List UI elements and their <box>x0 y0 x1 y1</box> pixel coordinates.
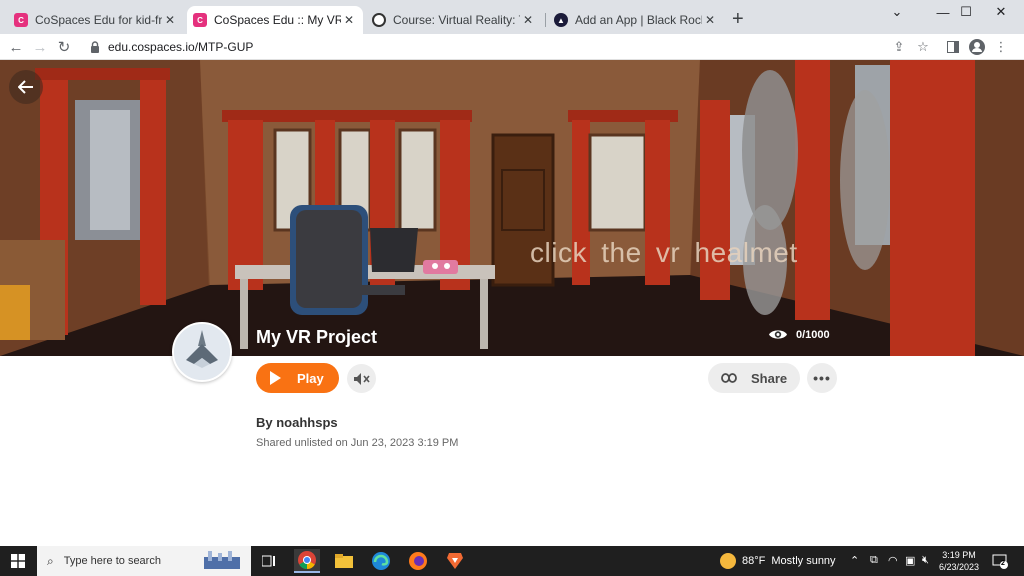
tab-title: CoSpaces Edu for kid-friendly 3D <box>35 13 162 27</box>
play-label: Play <box>297 370 324 386</box>
task-view-icon[interactable] <box>256 549 282 573</box>
tab-title: CoSpaces Edu :: My VR Project <box>214 13 341 27</box>
browser-tabstrip: C CoSpaces Edu for kid-friendly 3D ✕ C C… <box>0 0 1024 34</box>
tab-separator <box>545 13 546 27</box>
windows-start-button[interactable] <box>0 546 36 576</box>
link-icon <box>721 373 737 383</box>
edge-browser-icon[interactable] <box>368 549 394 573</box>
bookmark-star-icon[interactable]: ☆ <box>914 38 932 56</box>
scene-preview[interactable]: click the vr healmet <box>0 60 1024 356</box>
chrome-app-icon[interactable] <box>294 549 320 573</box>
wifi-icon[interactable]: ◠ <box>888 554 898 567</box>
side-panel-icon[interactable] <box>944 38 962 56</box>
author-line: By noahhsps <box>256 415 338 430</box>
room-scene-illustration <box>0 60 1024 356</box>
more-options-button[interactable]: ••• <box>807 363 837 393</box>
search-placeholder: Type here to search <box>63 555 161 567</box>
browser-tab-3[interactable]: Course: Virtual Reality: The Futur ✕ <box>366 6 542 34</box>
url-text: edu.cospaces.io/MTP-GUP <box>108 40 254 54</box>
project-title: My VR Project <box>256 327 378 347</box>
moodle-favicon-icon <box>372 13 386 27</box>
play-icon <box>270 371 281 385</box>
share-label: Share <box>751 370 788 386</box>
weather-text: Mostly sunny <box>771 555 836 567</box>
windows-logo-icon <box>11 554 25 568</box>
eye-icon <box>769 330 787 339</box>
browser-tab-1[interactable]: C CoSpaces Edu for kid-friendly 3D ✕ <box>8 6 184 34</box>
view-count-text: 0/1000 <box>796 328 830 341</box>
notification-center-icon[interactable]: 2 <box>992 553 1008 569</box>
play-button[interactable]: Play <box>256 363 339 393</box>
share-button[interactable]: Share <box>708 363 800 393</box>
muted-volume-icon[interactable]: 🔇︎ <box>922 554 929 567</box>
scene-overlay-text: click the vr healmet <box>530 237 798 268</box>
weather-widget[interactable]: 88°F Mostly sunny <box>720 553 836 569</box>
address-bar[interactable]: edu.cospaces.io/MTP-GUP <box>80 36 942 58</box>
windows-taskbar: ⌕ Type here to search 88°F Mostly sunny … <box>0 546 1024 576</box>
profile-avatar-icon[interactable] <box>968 38 986 56</box>
sunny-weather-icon <box>720 553 736 569</box>
tab-title: Course: Virtual Reality: The Futur <box>393 13 520 27</box>
browser-toolbar: ← → ↻ edu.cospaces.io/MTP-GUP ⇪ ☆ ⋮ <box>0 34 1024 60</box>
tab-search-chevron-icon[interactable]: ⌄ <box>874 0 920 24</box>
brave-app-icon[interactable] <box>442 549 468 573</box>
forward-arrow-icon[interactable]: → <box>30 37 50 57</box>
close-icon[interactable]: ✕ <box>162 13 178 27</box>
clock-date: 6/23/2023 <box>938 562 980 572</box>
shark-icon <box>174 324 230 380</box>
file-explorer-icon[interactable] <box>331 549 357 573</box>
cospaces-favicon-icon: C <box>14 13 28 27</box>
shared-date-line: Shared unlisted on Jun 23, 2023 3:19 PM <box>256 437 459 449</box>
mute-button[interactable] <box>347 364 376 393</box>
view-count: 0/1000 <box>768 328 830 341</box>
lock-icon <box>90 40 100 58</box>
share-page-icon[interactable]: ⇪ <box>890 38 908 56</box>
meet-now-icon[interactable]: ⧉ <box>870 554 878 567</box>
new-tab-button[interactable]: + <box>732 9 744 29</box>
back-arrow-button[interactable] <box>9 70 43 104</box>
cospaces-favicon-icon: C <box>193 13 207 27</box>
notification-count: 2 <box>1001 560 1005 567</box>
weather-temp: 88°F <box>742 555 766 567</box>
browser-tab-2[interactable]: C CoSpaces Edu :: My VR Project ✕ <box>187 6 363 34</box>
muted-speaker-icon <box>353 372 370 385</box>
tray-chevron-up-icon[interactable]: ⌃ <box>850 554 859 567</box>
close-icon[interactable]: ✕ <box>702 13 718 27</box>
tab-title: Add an App | Black Rocket Arcad <box>575 13 702 27</box>
firefox-icon[interactable] <box>405 549 431 573</box>
back-arrow-icon[interactable]: ← <box>6 37 26 57</box>
system-clock[interactable]: 3:19 PM 6/23/2023 <box>936 549 982 573</box>
close-icon[interactable]: ✕ <box>520 13 536 27</box>
reload-icon[interactable]: ↻ <box>54 37 74 57</box>
project-avatar <box>172 322 232 382</box>
close-icon[interactable]: ✕ <box>341 13 357 27</box>
ellipsis-icon: ••• <box>813 370 831 386</box>
search-icon: ⌕ <box>47 553 54 568</box>
display-icon[interactable]: ▣ <box>905 554 915 567</box>
window-close-button[interactable]: ✕ <box>978 0 1024 24</box>
clock-time: 3:19 PM <box>942 550 976 560</box>
rocket-favicon-icon: ▲ <box>554 13 568 27</box>
browser-menu-icon[interactable]: ⋮ <box>992 38 1010 56</box>
search-highlight-image <box>198 548 246 572</box>
browser-tab-4[interactable]: ▲ Add an App | Black Rocket Arcad ✕ <box>548 6 724 34</box>
